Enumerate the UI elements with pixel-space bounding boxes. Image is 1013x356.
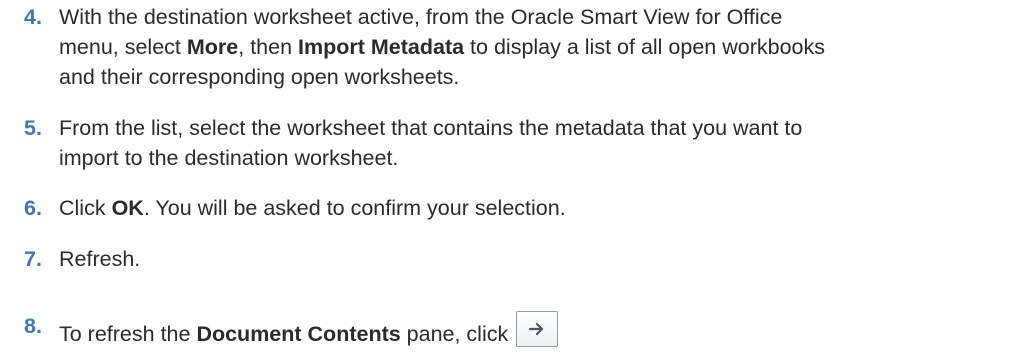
ok-button-label: OK — [111, 196, 144, 220]
step-text: To refresh the Document Contents pane, c… — [59, 311, 1009, 349]
step-text: Refresh. — [59, 247, 141, 271]
step-number: 6. — [24, 196, 42, 220]
step-4: 4. With the destination worksheet active… — [0, 2, 1013, 92]
menu-item-more: More — [186, 35, 239, 59]
refresh-button[interactable] — [516, 311, 559, 347]
step-5: 5. From the list, select the worksheet t… — [0, 113, 1013, 173]
step-number: 7. — [24, 247, 42, 271]
step-text: Click OK. You will be asked to confirm y… — [59, 196, 566, 220]
step-number: 5. — [24, 116, 42, 140]
document-contents-pane-name: Document Contents — [196, 322, 401, 346]
step-6: 6. Click OK. You will be asked to confir… — [0, 193, 1013, 223]
step-number: 4. — [24, 5, 42, 29]
procedure-steps: 4. With the destination worksheet active… — [0, 0, 1013, 356]
arrow-right-icon — [529, 322, 544, 336]
step-7: 7. Refresh. — [0, 244, 1013, 274]
step-8: 8. To refresh the Document Contents pane… — [0, 311, 1013, 349]
step-text: From the list, select the worksheet that… — [59, 116, 803, 170]
step-number: 8. — [24, 314, 42, 338]
step-text: With the destination worksheet active, f… — [59, 5, 825, 89]
menu-item-import-metadata: Import Metadata — [298, 35, 465, 59]
